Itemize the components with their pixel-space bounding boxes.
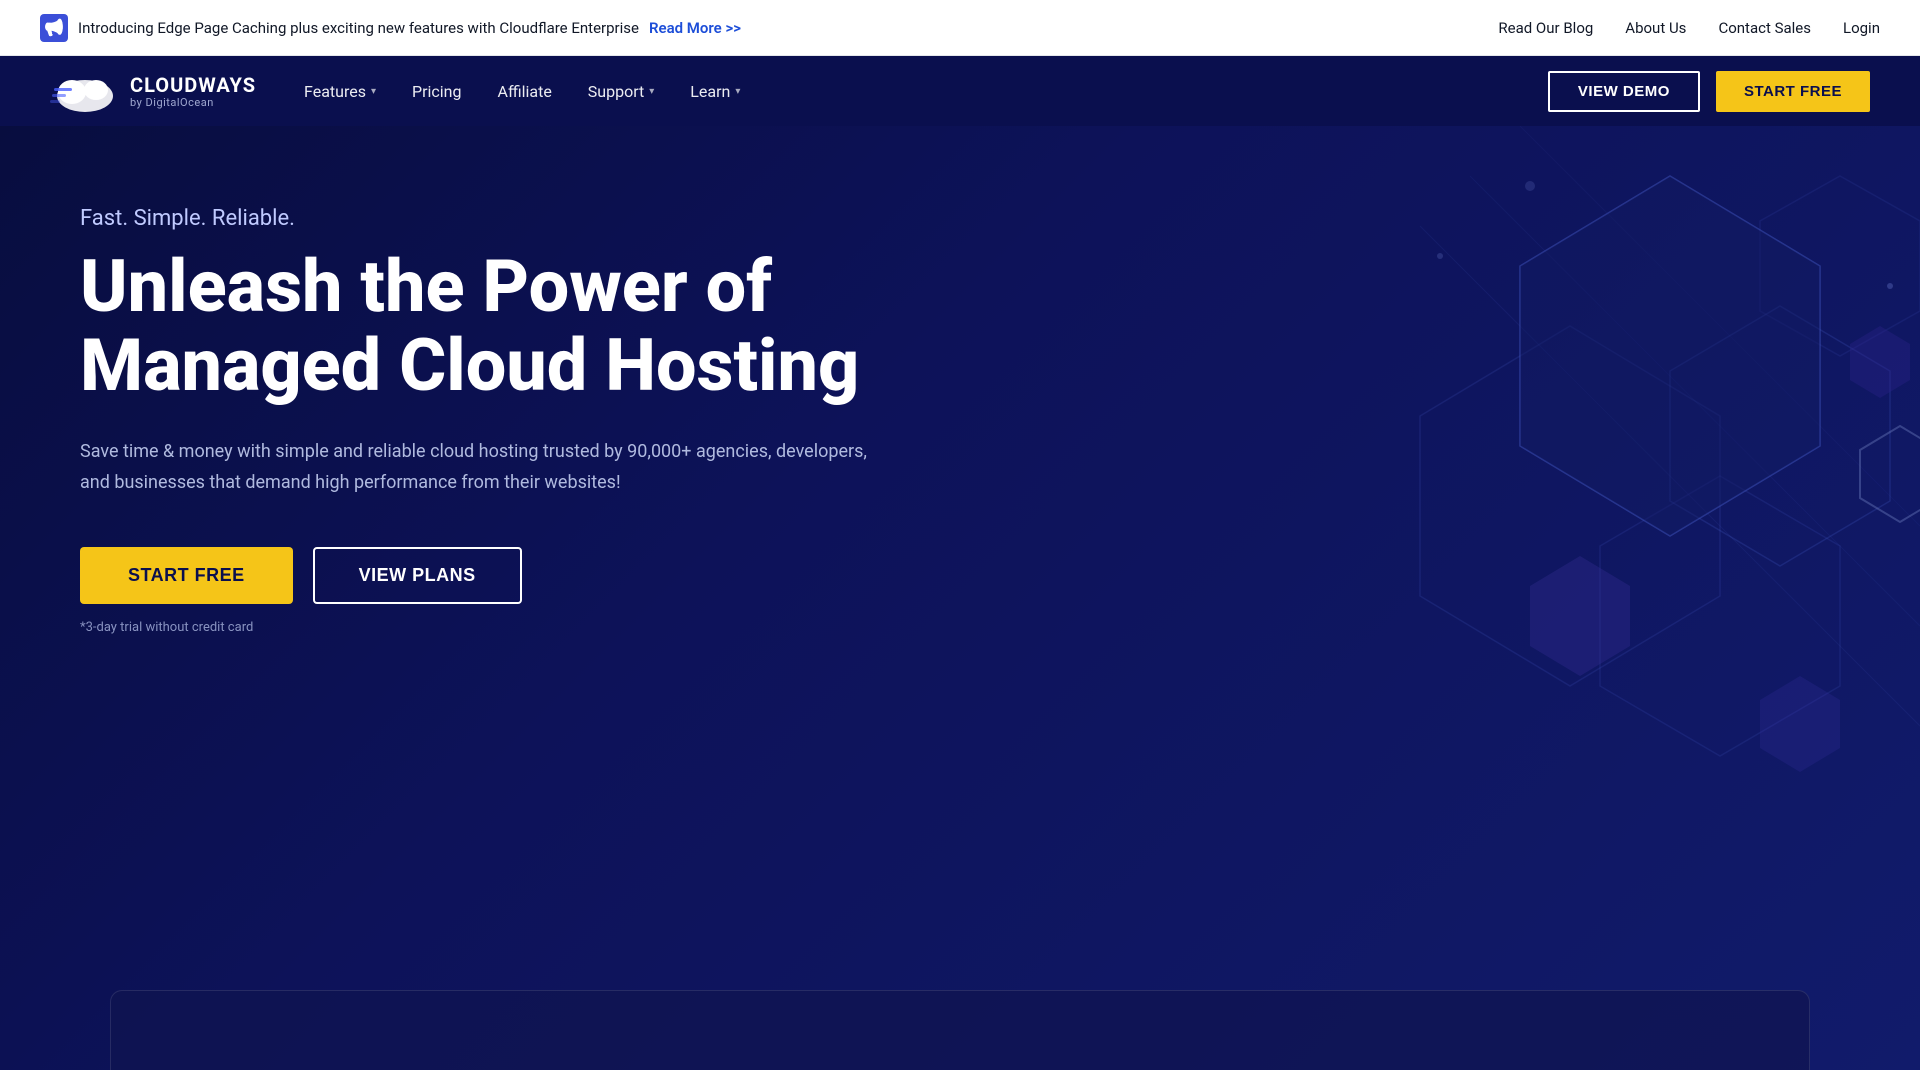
features-chevron-icon: ▾	[371, 86, 376, 97]
learn-chevron-icon: ▾	[735, 86, 740, 97]
login-link[interactable]: Login	[1843, 19, 1880, 37]
megaphone-icon	[40, 14, 68, 42]
features-nav-link[interactable]: Features ▾	[304, 82, 376, 101]
logo-sub-text: by DigitalOcean	[130, 96, 256, 109]
hero-tagline: Fast. Simple. Reliable.	[80, 206, 880, 231]
pricing-nav-link[interactable]: Pricing	[412, 82, 462, 101]
learn-nav-link[interactable]: Learn ▾	[690, 82, 740, 101]
main-nav: CLOUDWAYS by DigitalOcean Features ▾ Pri…	[0, 56, 1920, 126]
support-chevron-icon: ▾	[649, 86, 654, 97]
logo-text: CLOUDWAYS by DigitalOcean	[130, 74, 256, 109]
hex-background-svg	[1020, 126, 1920, 1026]
trial-text: *3-day trial without credit card	[80, 620, 880, 635]
announcement-text: Introducing Edge Page Caching plus excit…	[78, 19, 639, 37]
affiliate-nav-link[interactable]: Affiliate	[498, 82, 552, 101]
hero-section: Fast. Simple. Reliable. Unleash the Powe…	[0, 126, 1920, 1070]
nav-links: Features ▾ Pricing Affiliate Support ▾ L…	[304, 82, 740, 101]
bottom-card-hint	[110, 990, 1810, 1070]
contact-sales-link[interactable]: Contact Sales	[1718, 19, 1811, 37]
start-free-hero-button[interactable]: START FREE	[80, 547, 293, 604]
about-us-link[interactable]: About Us	[1625, 19, 1686, 37]
view-demo-button[interactable]: VIEW DEMO	[1548, 71, 1700, 112]
top-bar-right: Read Our Blog About Us Contact Sales Log…	[1498, 19, 1880, 37]
hero-title: Unleash the Power of Managed Cloud Hosti…	[80, 247, 880, 405]
start-free-nav-button[interactable]: START FREE	[1716, 71, 1870, 112]
nav-right: VIEW DEMO START FREE	[1548, 71, 1870, 112]
hero-content: Fast. Simple. Reliable. Unleash the Powe…	[0, 126, 960, 635]
view-plans-button[interactable]: VIEW PLANS	[313, 547, 522, 604]
hero-description: Save time & money with simple and reliab…	[80, 437, 880, 498]
logo-main-text: CLOUDWAYS	[130, 74, 256, 96]
logo[interactable]: CLOUDWAYS by DigitalOcean	[50, 68, 256, 114]
hero-buttons: START FREE VIEW PLANS	[80, 547, 880, 604]
support-nav-link[interactable]: Support ▾	[588, 82, 655, 101]
logo-icon	[50, 68, 120, 114]
read-more-link[interactable]: Read More >>	[649, 19, 741, 37]
top-bar: Introducing Edge Page Caching plus excit…	[0, 0, 1920, 56]
read-our-blog-link[interactable]: Read Our Blog	[1498, 19, 1593, 37]
nav-left: CLOUDWAYS by DigitalOcean Features ▾ Pri…	[50, 68, 740, 114]
top-bar-left: Introducing Edge Page Caching plus excit…	[40, 14, 741, 42]
